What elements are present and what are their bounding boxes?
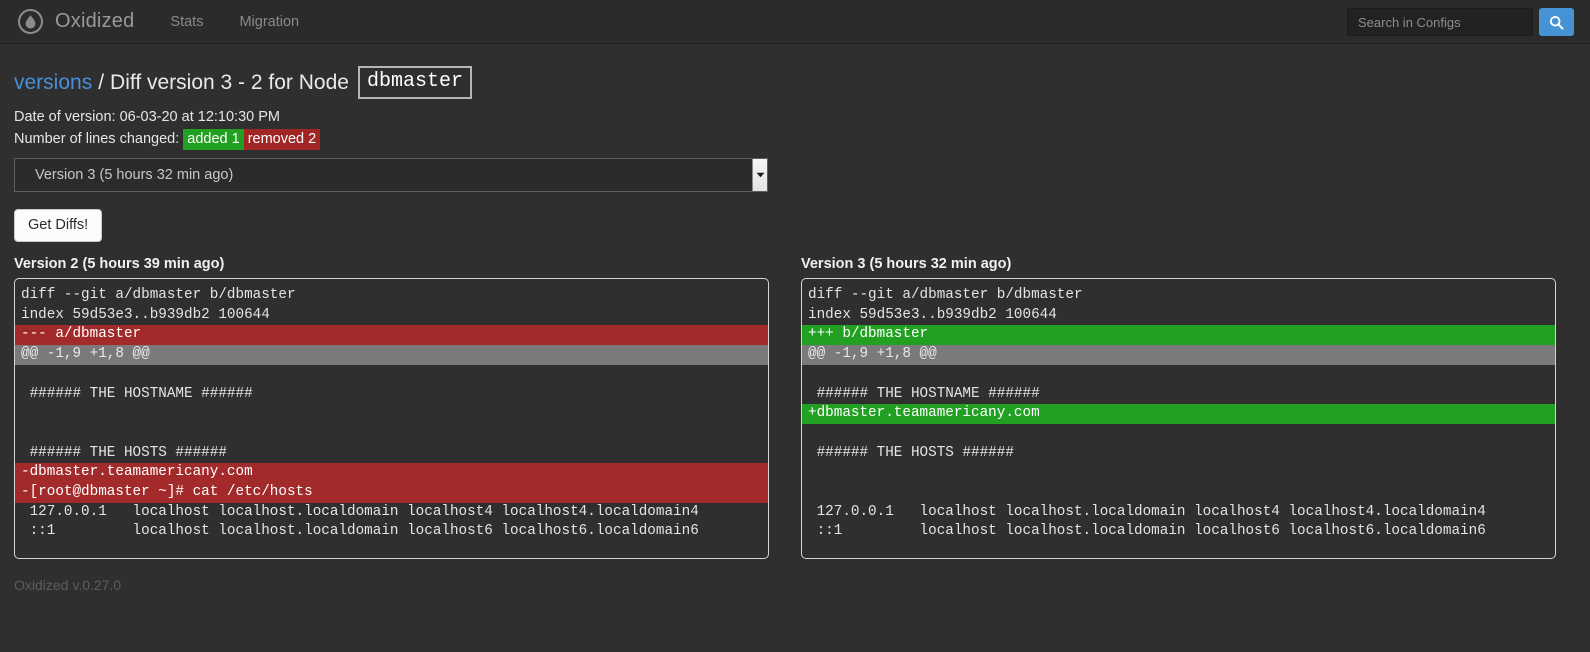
diff-panels: Version 2 (5 hours 39 min ago) diff --gi… [14,256,1576,559]
diff-line-context: 127.0.0.1 localhost localhost.localdomai… [21,503,699,520]
diff-line-hunk: @@ -1,9 +1,8 @@ [15,345,768,365]
diff-line-context: ###### THE HOSTNAME ###### [21,385,253,402]
version-select[interactable]: Version 3 (5 hours 32 min ago) [14,158,768,192]
lines-changed-label: Number of lines changed: [14,131,180,147]
diff-line-context: index 59d53e3..b939db2 100644 [808,306,1057,323]
brand-group[interactable]: Oxidized [18,9,168,34]
nav-link-stats[interactable]: Stats [168,10,205,34]
brand-title: Oxidized [55,10,135,32]
droplet-circle-icon [18,9,43,34]
page-title: Diff version 3 - 2 for Node [110,70,349,94]
diff-line-context [802,463,1555,483]
diff-line-context: diff --git a/dbmaster b/dbmaster [808,287,1083,303]
diff-line-context [802,365,1555,385]
lines-changed-row: Number of lines changed: added 1 removed … [14,129,1576,150]
diff-line-del: -[root@dbmaster ~]# cat /etc/hosts [15,483,768,503]
version-date: Date of version: 06-03-20 at 12:10:30 PM [14,109,280,125]
diff-line-context [15,424,768,444]
search-button[interactable] [1539,8,1574,36]
diff-line-context: index 59d53e3..b939db2 100644 [21,306,270,323]
search-area [1347,8,1574,36]
diff-line-context [802,424,1555,444]
diff-line-context [15,404,768,424]
search-input[interactable] [1347,8,1533,36]
main-content: versions / Diff version 3 - 2 for Node d… [0,44,1590,559]
top-navbar: Oxidized Stats Migration [0,0,1590,44]
version-select-value: Version 3 (5 hours 32 min ago) [35,167,234,183]
added-badge: added 1 [183,129,244,150]
nav-link-migration[interactable]: Migration [237,10,301,34]
diff-line-context: ::1 localhost localhost.localdomain loca… [21,523,699,540]
breadcrumb-separator: / [98,70,105,94]
diff-line-context [15,365,768,385]
diff-line-context: diff --git a/dbmaster b/dbmaster [21,287,296,303]
diff-content-right[interactable]: diff --git a/dbmaster b/dbmaster index 59… [801,278,1556,559]
breadcrumb-link-versions[interactable]: versions [14,68,92,98]
diff-panel-right: Version 3 (5 hours 32 min ago) diff --gi… [801,256,1556,559]
footer-version: Oxidized v.0.27.0 [14,577,122,593]
diff-panel-left: Version 2 (5 hours 39 min ago) diff --gi… [14,256,769,559]
diff-panel-left-title: Version 2 (5 hours 39 min ago) [14,256,225,272]
diff-line-del: -dbmaster.teamamericany.com [15,463,768,484]
node-name-box: dbmaster [357,66,472,99]
diff-line-add: +dbmaster.teamamericany.com [802,404,1555,424]
diff-line-add: +++ b/dbmaster [802,325,1555,346]
diff-line-context [802,483,1555,503]
get-diffs-button[interactable]: Get Diffs! [14,209,103,242]
diff-line-context: ###### THE HOSTS ###### [808,444,1014,461]
footer: Oxidized v.0.27.0 [0,575,1590,595]
diff-line-del: --- a/dbmaster [15,325,768,346]
search-icon [1549,15,1564,30]
diff-line-context: ###### THE HOSTS ###### [21,444,227,461]
diff-panel-right-title: Version 3 (5 hours 32 min ago) [801,256,1012,272]
diff-line-hunk: @@ -1,9 +1,8 @@ [802,345,1555,365]
diff-line-context: ::1 localhost localhost.localdomain loca… [808,523,1486,540]
diff-content-left[interactable]: diff --git a/dbmaster b/dbmaster index 59… [14,278,769,559]
breadcrumb: versions / Diff version 3 - 2 for Node d… [14,66,1576,99]
chevron-down-icon[interactable] [752,159,767,191]
removed-badge: removed 2 [243,129,321,150]
diff-line-context: 127.0.0.1 localhost localhost.localdomai… [808,503,1486,520]
diff-line-context: ###### THE HOSTNAME ###### [808,385,1040,402]
